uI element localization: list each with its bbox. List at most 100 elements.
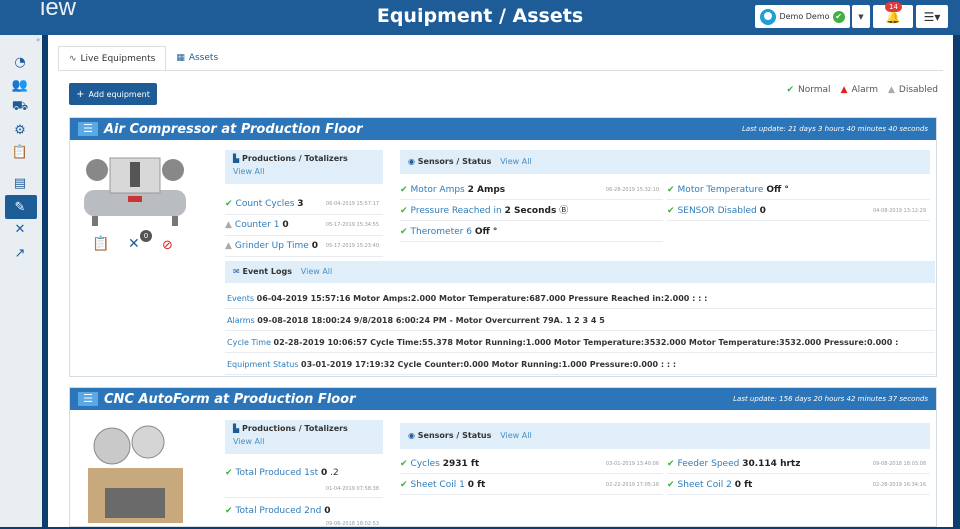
- factory-icon: ▙: [233, 424, 240, 433]
- notifications-button[interactable]: 🔔 14: [873, 2, 913, 28]
- card-header: ☰ Air Compressor at Production Floor Las…: [70, 118, 936, 140]
- table-icon: ▦: [176, 53, 185, 63]
- envelope-icon: ✉: [233, 267, 240, 276]
- truck-icon[interactable]: ⛟: [12, 99, 28, 115]
- list-item: ▲ Grinder Up Time 0 05-17-2019 15:23:40: [225, 236, 383, 257]
- tab-bar: ∿ Live Equipments ▦ Assets: [58, 46, 228, 70]
- main-content: ∿ Live Equipments ▦ Assets + Add equipment …: [48, 35, 953, 527]
- list-item: ✔ Count Cycles 3 06-04-2019 15:57:17: [225, 194, 383, 215]
- tab-divider: [58, 70, 943, 71]
- equipment-card: ☰ Air Compressor at Production Floor Las…: [69, 117, 937, 377]
- list-item: ✔ Total Produced 1st 0 .2 01-04-2019 07:58…: [225, 464, 383, 498]
- sensor-row: ✔ Cycles 2931 ft 03-01-2019 13:40:06: [400, 454, 663, 474]
- sensors-header: ◉ Sensors / Status View All: [400, 150, 930, 174]
- check-icon: ✔: [786, 85, 794, 95]
- sidebar-expand-icon[interactable]: »: [36, 36, 40, 44]
- user-dropdown-button[interactable]: ▼: [852, 5, 870, 28]
- check-icon: ✔: [667, 206, 675, 216]
- pulse-icon: ∿: [69, 53, 77, 64]
- tab-assets[interactable]: ▦ Assets: [166, 46, 228, 70]
- check-icon: ✔: [225, 468, 233, 478]
- users-icon[interactable]: 👥: [12, 77, 28, 93]
- productions-header: ▙ Productions / Totalizers View All: [225, 150, 383, 184]
- user-name: Demo Demo: [779, 12, 830, 21]
- disabled-triangle-icon: ▲: [225, 241, 232, 251]
- productions-header: ▙ Productions / Totalizers View All: [225, 420, 383, 454]
- event-log-row: Alarms 09-08-2018 18:00:24 9/8/2018 6:00…: [225, 310, 935, 331]
- list-item: ✔ Total Produced 2nd 0 09-06-2018 18:02:53: [225, 506, 379, 527]
- check-icon: ✔: [400, 480, 408, 490]
- clipboard-list-icon[interactable]: 📋: [92, 236, 109, 252]
- productions-view-all-link[interactable]: View All: [233, 437, 264, 446]
- check-icon: ✔: [225, 199, 233, 209]
- card-header: ☰ CNC AutoForm at Production Floor Last …: [70, 388, 936, 410]
- gauge-icon[interactable]: ◔: [12, 54, 28, 70]
- air-compressor-image: [84, 157, 186, 226]
- check-icon: ✔: [400, 459, 408, 469]
- list-item: ▲ Counter 1 0 05-17-2019 15:34:55: [225, 215, 383, 236]
- user-avatar-icon: [760, 8, 777, 25]
- legend-alarm: Alarm: [851, 85, 878, 95]
- sensor-row: ✔ Motor Temperature Off °: [667, 180, 930, 200]
- card-menu-icon[interactable]: ☰: [78, 392, 98, 406]
- status-legend: ✔ Normal ▲ Alarm ▲ Disabled: [782, 85, 938, 95]
- user-menu-button[interactable]: Demo Demo ✔: [755, 5, 850, 28]
- card-title[interactable]: Air Compressor at Production Floor: [104, 122, 363, 137]
- notification-count-badge: 14: [885, 2, 902, 12]
- event-log-row: Events 06-04-2019 15:57:16 Motor Amps:2.…: [225, 288, 935, 309]
- sensor-row: ✔ Therometer 6 Off °: [400, 222, 663, 242]
- check-icon: ✔: [225, 506, 233, 516]
- stopwatch-icon: Ⓑ: [559, 206, 569, 216]
- sensor-row: ✔ SENSOR Disabled 0 04-08-2019 13:12:29: [667, 201, 930, 221]
- card-title[interactable]: CNC AutoForm at Production Floor: [104, 392, 355, 407]
- sensor-row: ✔ Sheet Coil 2 0 ft 02-28-2019 16:34:16: [667, 475, 930, 495]
- check-circle-icon: ✔: [832, 10, 845, 23]
- card-menu-icon[interactable]: ☰: [78, 122, 98, 136]
- add-equipment-button[interactable]: + Add equipment: [69, 83, 157, 105]
- clipboard-icon[interactable]: 📋: [12, 144, 28, 160]
- event-log-row: Equipment Status 03-01-2019 17:19:32 Cyc…: [225, 354, 935, 375]
- alarm-triangle-icon: ▲: [840, 85, 848, 95]
- legend-normal: Normal: [797, 85, 831, 95]
- tools-icon[interactable]: ✕: [12, 221, 28, 237]
- main-menu-button[interactable]: ☰▾: [916, 5, 948, 28]
- eye-icon: ◉: [408, 431, 415, 440]
- maintenance-tools-icon[interactable]: ✕ 0: [128, 230, 152, 252]
- legend-disabled: Disabled: [898, 85, 938, 95]
- sidebar: » ◔ 👥 ⛟ ⚙ 📋 ▤ ✎ ✕ ↗: [0, 35, 42, 527]
- report-icon[interactable]: ▤: [12, 175, 28, 191]
- eye-icon: ◉: [408, 157, 415, 166]
- disabled-triangle-icon: ▲: [887, 85, 895, 95]
- sensor-row: ✔ Pressure Reached in 2 Seconds Ⓑ: [400, 201, 663, 221]
- event-logs-view-all-link[interactable]: View All: [301, 267, 332, 276]
- sensors-header: ◉ Sensors / Status View All: [400, 423, 930, 449]
- last-update: Last update: 156 days 20 hours 42 minute…: [733, 395, 928, 403]
- disabled-triangle-icon: ▲: [225, 220, 232, 230]
- equipment-card: ☰ CNC AutoForm at Production Floor Last …: [69, 387, 937, 527]
- sensors-view-all-link[interactable]: View All: [500, 157, 531, 166]
- chart-line-icon[interactable]: ↗: [12, 245, 28, 261]
- top-bar: iew Equipment / Assets Demo Demo ✔ ▼ 🔔 1…: [0, 0, 960, 35]
- factory-icon: ▙: [233, 154, 240, 163]
- check-icon: ✔: [667, 459, 675, 469]
- check-icon: ✔: [667, 185, 675, 195]
- sensor-row: ✔ Feeder Speed 30.114 hrtz 09-08-2018 18:0…: [667, 454, 930, 474]
- event-logs-header: ✉ Event Logs View All: [225, 261, 935, 283]
- plus-icon: +: [76, 88, 85, 100]
- caret-down-icon: ▼: [858, 12, 864, 21]
- sensors-view-all-link[interactable]: View All: [500, 431, 531, 440]
- cogs-icon[interactable]: ⚙: [12, 122, 28, 138]
- last-update: Last update: 21 days 3 hours 40 minutes …: [742, 125, 928, 133]
- sensor-row: ✔ Sheet Coil 1 0 ft 02-22-2019 17:05:16: [400, 475, 663, 495]
- no-signal-icon: ⊘: [162, 238, 173, 253]
- check-icon: ✔: [400, 206, 408, 216]
- check-icon: ✔: [667, 480, 675, 490]
- maintenance-count-badge: 0: [140, 230, 152, 242]
- productions-view-all-link[interactable]: View All: [233, 167, 264, 176]
- event-log-row: Cycle Time 02-28-2019 10:06:57 Cycle Tim…: [225, 332, 935, 353]
- check-icon: ✔: [400, 185, 408, 195]
- tab-live-equipments[interactable]: ∿ Live Equipments: [58, 46, 167, 70]
- sensor-row: ✔ Motor Amps 2 Amps 06-28-2019 15:32:10: [400, 180, 663, 200]
- check-icon: ✔: [400, 227, 408, 237]
- wrench-icon[interactable]: ✎: [12, 199, 28, 215]
